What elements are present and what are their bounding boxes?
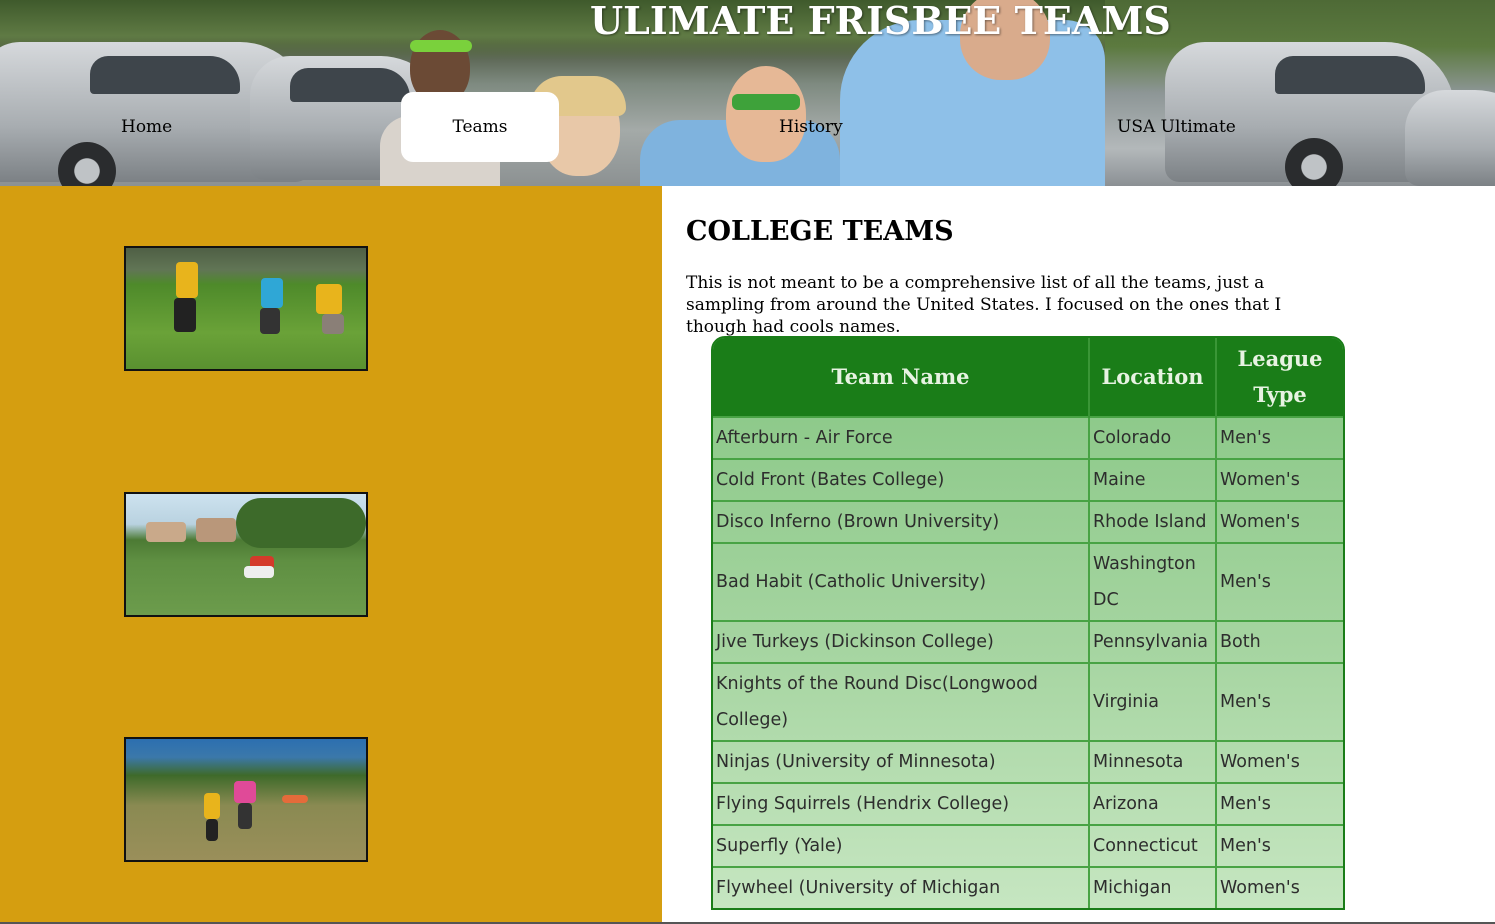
site-title: ULIMATE FRISBEE TEAMS xyxy=(590,0,1171,43)
cell-location: Colorado xyxy=(1089,416,1217,459)
cell-team-name: Jive Turkeys (Dickinson College) xyxy=(713,620,1090,663)
table-row: Flying Squirrels (Hendrix College) Arizon… xyxy=(713,782,1343,825)
cell-team-name: Ninjas (University of Minnesota) xyxy=(713,740,1090,783)
header-location: Location xyxy=(1089,338,1217,417)
nav-teams-link[interactable]: Teams xyxy=(401,92,559,162)
table-row: Disco Inferno (Brown University) Rhode Is… xyxy=(713,500,1343,543)
cell-league-type: Women's xyxy=(1216,866,1343,908)
page-heading: COLLEGE TEAMS xyxy=(686,216,954,247)
cell-location: Connecticut xyxy=(1089,824,1217,867)
header-banner: ULIMATE FRISBEE TEAMS Home Teams History… xyxy=(0,0,1495,186)
cell-location: Virginia xyxy=(1089,662,1217,741)
cell-location: Maine xyxy=(1089,458,1217,501)
sidebar xyxy=(0,186,662,922)
table-row: Cold Front (Bates College) Maine Women's xyxy=(713,458,1343,501)
intro-paragraph: This is not meant to be a comprehensive … xyxy=(686,273,1282,337)
cell-location: Arizona xyxy=(1089,782,1217,825)
cell-league-type: Women's xyxy=(1216,740,1343,783)
cell-location: Pennsylvania xyxy=(1089,620,1217,663)
teams-table: Team Name Location League Type Afterburn… xyxy=(711,336,1345,910)
cell-league-type: Both xyxy=(1216,620,1343,663)
cell-league-type: Men's xyxy=(1216,416,1343,459)
table-header-row: Team Name Location League Type xyxy=(713,338,1343,417)
cell-league-type: Women's xyxy=(1216,458,1343,501)
nav-usa-ultimate-link[interactable]: USA Ultimate xyxy=(1117,92,1236,162)
nav-home-link[interactable]: Home xyxy=(121,92,172,162)
cell-team-name: Disco Inferno (Brown University) xyxy=(713,500,1090,543)
cell-team-name: Knights of the Round Disc(Longwood Colle… xyxy=(713,662,1090,741)
cell-location: Washington DC xyxy=(1089,542,1217,621)
frisbee-photo-2 xyxy=(124,492,368,617)
header-league-type: League Type xyxy=(1216,338,1343,417)
cell-location: Rhode Island xyxy=(1089,500,1217,543)
table-row: Ninjas (University of Minnesota) Minnesot… xyxy=(713,740,1343,783)
cell-team-name: Flying Squirrels (Hendrix College) xyxy=(713,782,1090,825)
cell-league-type: Men's xyxy=(1216,824,1343,867)
cell-team-name: Flywheel (University of Michigan xyxy=(713,866,1090,908)
table-row: Flywheel (University of Michigan Michigan… xyxy=(713,866,1343,908)
cell-team-name: Superfly (Yale) xyxy=(713,824,1090,867)
header-team-name: Team Name xyxy=(713,338,1090,417)
table-row: Knights of the Round Disc(Longwood Colle… xyxy=(713,662,1343,741)
cell-location: Michigan xyxy=(1089,866,1217,908)
cell-league-type: Women's xyxy=(1216,500,1343,543)
cell-team-name: Bad Habit (Catholic University) xyxy=(713,542,1090,621)
main-content: COLLEGE TEAMS This is not meant to be a … xyxy=(662,186,1495,922)
cell-league-type: Men's xyxy=(1216,782,1343,825)
table-row: Superfly (Yale) Connecticut Men's xyxy=(713,824,1343,867)
table-row: Bad Habit (Catholic University) Washingto… xyxy=(713,542,1343,621)
table-row: Jive Turkeys (Dickinson College) Pennsylv… xyxy=(713,620,1343,663)
frisbee-photo-1 xyxy=(124,246,368,371)
nav-history-link[interactable]: History xyxy=(779,92,843,162)
cell-league-type: Men's xyxy=(1216,662,1343,741)
table-row: Afterburn - Air Force Colorado Men's xyxy=(713,416,1343,459)
cell-location: Minnesota xyxy=(1089,740,1217,783)
frisbee-photo-3 xyxy=(124,737,368,862)
cell-league-type: Men's xyxy=(1216,542,1343,621)
cell-team-name: Cold Front (Bates College) xyxy=(713,458,1090,501)
cell-team-name: Afterburn - Air Force xyxy=(713,416,1090,459)
